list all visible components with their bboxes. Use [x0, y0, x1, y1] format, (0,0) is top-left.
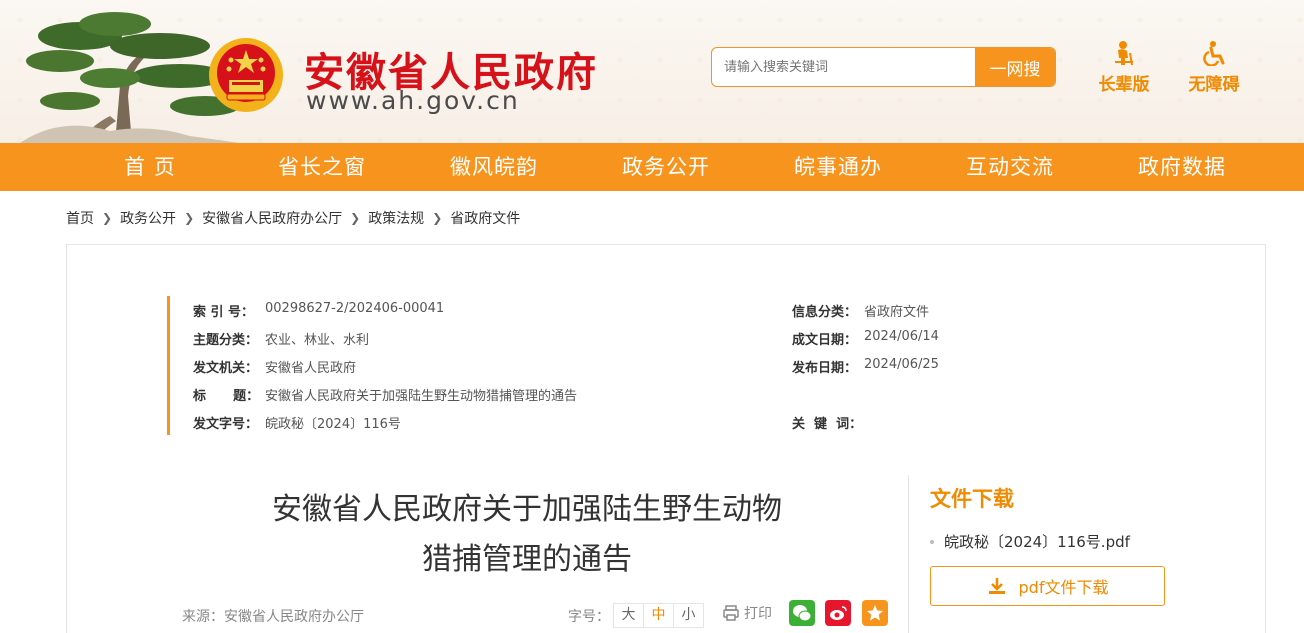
breadcrumb-gov-affairs[interactable]: 政务公开: [120, 208, 176, 228]
meta-created-value: 2024/06/14: [864, 329, 939, 344]
document-title-line2: 猎捕管理的通告: [422, 542, 632, 577]
breadcrumb-current[interactable]: 省政府文件: [450, 208, 520, 228]
meta-issuer-value: 安徽省人民政府: [265, 361, 357, 376]
weibo-share-icon[interactable]: [825, 600, 851, 626]
meta-category: 信息分类： 省政府文件: [792, 301, 929, 320]
meta-topic-label: 主题分类：: [193, 333, 259, 348]
nav-item-culture[interactable]: 徽风皖韵: [408, 143, 580, 191]
nav-item-interaction[interactable]: 互动交流: [924, 143, 1096, 191]
meta-title-label: 标 题：: [193, 389, 260, 404]
document-title: 安徽省人民政府关于加强陆生野生动物 猎捕管理的通告: [220, 485, 834, 585]
site-header: 安徽省人民政府 www.ah.gov.cn 一网搜 长辈版 无障碍: [0, 0, 1304, 143]
meta-published-label: 发布日期：: [792, 361, 858, 376]
nav-item-governor[interactable]: 省长之窗: [236, 143, 408, 191]
breadcrumb-office[interactable]: 安徽省人民政府办公厅: [202, 208, 342, 228]
chevron-right-icon: ❯: [350, 211, 361, 225]
search-input[interactable]: [712, 48, 975, 86]
printer-icon: [723, 605, 739, 621]
meta-docno-label: 发文字号：: [193, 417, 259, 432]
meta-published: 发布日期： 2024/06/25: [792, 357, 939, 376]
search-box: 一网搜: [711, 47, 1056, 87]
meta-issuer-label: 发文机关：: [193, 361, 259, 376]
breadcrumb-policy[interactable]: 政策法规: [368, 208, 424, 228]
bullet-icon: [930, 539, 934, 544]
document-title-line1: 安徽省人民政府关于加强陆生野生动物: [272, 492, 782, 527]
font-size-label: 字号：: [568, 608, 610, 625]
print-button[interactable]: 打印: [722, 603, 772, 623]
meta-topic-value: 农业、林业、水利: [265, 333, 370, 348]
main-nav: 首 页 省长之窗 徽风皖韵 政务公开 皖事通办 互动交流 政府数据: [0, 143, 1304, 191]
favorite-star-icon[interactable]: [862, 600, 888, 626]
breadcrumb: 首页 ❯ 政务公开 ❯ 安徽省人民政府办公厅 ❯ 政策法规 ❯ 省政府文件: [66, 208, 520, 228]
meta-index-value: 00298627-2/202406-00041: [265, 301, 445, 316]
site-url: www.ah.gov.cn: [306, 86, 520, 115]
meta-created: 成文日期： 2024/06/14: [792, 329, 939, 348]
document-source: 来源：安徽省人民政府办公厅: [182, 609, 364, 625]
meta-created-label: 成文日期：: [792, 333, 858, 348]
font-size-medium-button[interactable]: 中: [643, 603, 674, 628]
elder-mode-link[interactable]: 长辈版: [1089, 40, 1159, 95]
nav-item-services[interactable]: 皖事通办: [752, 143, 924, 191]
meta-keywords: 关 键 词：: [792, 413, 864, 432]
chevron-right-icon: ❯: [432, 211, 443, 225]
meta-category-value: 省政府文件: [864, 305, 930, 320]
meta-issuer: 发文机关： 安徽省人民政府: [193, 357, 356, 376]
chevron-right-icon: ❯: [102, 211, 113, 225]
font-size-large-button[interactable]: 大: [613, 603, 644, 628]
meta-index: 索 引 号： 00298627-2/202406-00041: [193, 301, 444, 320]
pdf-download-label: pdf文件下载: [1018, 578, 1109, 597]
wechat-share-icon[interactable]: [789, 600, 815, 626]
meta-topic: 主题分类： 农业、林业、水利: [193, 329, 369, 348]
elder-icon: [1115, 41, 1133, 66]
pdf-download-button[interactable]: pdf文件下载: [930, 566, 1165, 606]
font-size-small-button[interactable]: 小: [673, 603, 704, 628]
nav-item-gov-data[interactable]: 政府数据: [1096, 143, 1268, 191]
meta-published-value: 2024/06/25: [864, 357, 939, 372]
file-name[interactable]: 皖政秘〔2024〕116号.pdf: [944, 531, 1130, 552]
search-button[interactable]: 一网搜: [975, 48, 1055, 86]
font-size-control: 字号： 大 中 小: [568, 603, 704, 628]
breadcrumb-home[interactable]: 首页: [66, 208, 94, 228]
nav-item-home[interactable]: 首 页: [64, 143, 236, 191]
meta-title-value: 安徽省人民政府关于加强陆生野生动物猎捕管理的通告: [265, 389, 578, 404]
print-label: 打印: [744, 606, 772, 622]
meta-docno: 发文字号： 皖政秘〔2024〕116号: [193, 413, 401, 432]
chevron-right-icon: ❯: [184, 211, 195, 225]
accessibility-label: 无障碍: [1188, 75, 1240, 95]
meta-title: 标 题： 安徽省人民政府关于加强陆生野生动物猎捕管理的通告: [193, 385, 577, 404]
file-download-title: 文件下载: [930, 487, 1014, 511]
meta-keywords-label: 关 键 词：: [792, 417, 863, 432]
meta-docno-value: 皖政秘〔2024〕116号: [265, 417, 401, 432]
meta-index-label: 索 引 号：: [193, 305, 255, 320]
accessibility-icon: [1203, 41, 1225, 66]
national-emblem-icon: [209, 38, 283, 112]
accessibility-link[interactable]: 无障碍: [1179, 40, 1249, 95]
download-icon: [988, 578, 1005, 594]
nav-item-gov-affairs[interactable]: 政务公开: [580, 143, 752, 191]
meta-category-label: 信息分类：: [792, 305, 858, 320]
file-list-item[interactable]: 皖政秘〔2024〕116号.pdf: [930, 531, 1130, 552]
sidebar-divider: [908, 475, 909, 633]
elder-mode-label: 长辈版: [1098, 75, 1150, 95]
